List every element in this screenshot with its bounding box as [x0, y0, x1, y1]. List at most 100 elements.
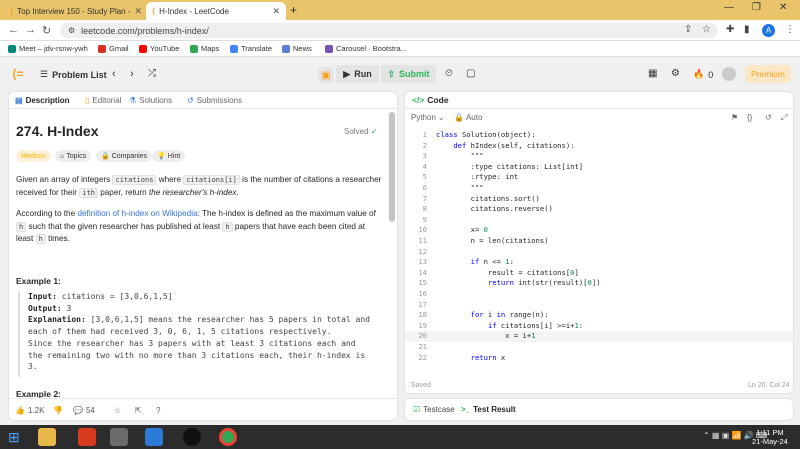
- premium-button[interactable]: Premium: [745, 65, 791, 83]
- code-line[interactable]: 13 if n <= 1:: [405, 257, 793, 268]
- bookmark-carousel[interactable]: Carousel · Bootstra...: [325, 44, 407, 53]
- profile-avatar[interactable]: A: [762, 24, 775, 37]
- forward-icon[interactable]: →: [25, 24, 36, 36]
- format-braces-icon[interactable]: {}: [747, 113, 752, 122]
- tab-description[interactable]: ▤ Description: [15, 96, 70, 105]
- tab-solutions[interactable]: ⚗ Solutions: [129, 96, 172, 105]
- dislike-button[interactable]: 👎: [53, 406, 63, 415]
- settings-gear-icon[interactable]: ⚙: [671, 68, 680, 79]
- wikipedia-link[interactable]: definition of h-index on Wikipedia: [77, 209, 197, 218]
- layout-icon[interactable]: ▦: [648, 68, 657, 79]
- code-line[interactable]: 14 result = citations[0]: [405, 268, 793, 279]
- code-text: for i in range(n):: [470, 310, 549, 320]
- app-icon[interactable]: [110, 428, 128, 446]
- extensions-icon[interactable]: ✚: [726, 24, 734, 35]
- submit-button[interactable]: ⇧ Submit: [381, 65, 436, 83]
- bookmark-youtube[interactable]: YouTube: [139, 44, 179, 53]
- wps-office-icon[interactable]: [78, 428, 96, 446]
- share-icon[interactable]: ⇪: [684, 24, 692, 35]
- maximize-icon[interactable]: ❐: [752, 2, 761, 13]
- chevron-down-icon: ⌄: [437, 113, 445, 122]
- code-line[interactable]: 19 if citations[i] >=i+1:: [405, 321, 793, 332]
- github-icon[interactable]: [183, 428, 201, 446]
- difficulty-badge[interactable]: Medium: [16, 150, 51, 162]
- new-tab-plus-icon[interactable]: +: [290, 3, 297, 17]
- bookmark-news[interactable]: News: [282, 44, 312, 53]
- next-problem-icon[interactable]: ›: [130, 68, 134, 80]
- reset-icon[interactable]: ↺: [765, 113, 772, 122]
- mode-select[interactable]: 🔒 Auto: [454, 113, 482, 122]
- notes-icon[interactable]: ▢: [466, 68, 475, 79]
- close-icon[interactable]: ✕: [272, 6, 280, 17]
- bookmark-gmail[interactable]: Gmail: [98, 44, 129, 53]
- run-button[interactable]: ▶ Run: [336, 65, 379, 83]
- tab-code[interactable]: </> Code: [412, 95, 449, 105]
- problem-list-button[interactable]: ☰ Problem List: [40, 69, 107, 80]
- streak-counter[interactable]: 🔥 0: [693, 69, 713, 80]
- file-explorer-icon[interactable]: [38, 428, 56, 446]
- code-line[interactable]: 7 citations.sort(): [405, 194, 793, 205]
- sidepanel-icon[interactable]: ▮: [744, 24, 750, 35]
- shuffle-icon[interactable]: ⤮: [148, 68, 156, 79]
- timer-icon[interactable]: ⏲: [445, 68, 453, 79]
- code-editor[interactable]: 1 class Solution(object): 2 def hIndex(sel…: [405, 130, 793, 366]
- code-line[interactable]: 1 class Solution(object):: [405, 130, 793, 141]
- prev-problem-icon[interactable]: ‹: [112, 68, 116, 80]
- like-button[interactable]: 👍 1.2K: [15, 406, 44, 415]
- help-icon[interactable]: ?: [156, 406, 160, 415]
- bookmark-icon[interactable]: ⚑: [731, 113, 738, 122]
- code-line[interactable]: 22 return x: [405, 352, 793, 364]
- tab-test-result[interactable]: >_ Test Result: [461, 405, 516, 414]
- code-line[interactable]: 12: [405, 247, 793, 258]
- scrollbar[interactable]: [389, 112, 395, 222]
- vscode-icon[interactable]: [145, 428, 163, 446]
- code-line[interactable]: 5 :rtype: int: [405, 172, 793, 183]
- code-line[interactable]: 6 """: [405, 183, 793, 194]
- bookmark-translate[interactable]: Translate: [230, 44, 272, 53]
- user-avatar[interactable]: [722, 67, 736, 81]
- bookmark-meet[interactable]: Meet – jdv-rsnw-ywh: [8, 44, 88, 53]
- chrome-icon[interactable]: [219, 428, 237, 446]
- clock[interactable]: 1:11 PM 21-May-24: [752, 428, 788, 446]
- code-line[interactable]: 9: [405, 215, 793, 226]
- site-info-icon[interactable]: ⚙: [68, 26, 75, 35]
- code-text: return x: [470, 352, 506, 362]
- back-icon[interactable]: ←: [8, 24, 19, 36]
- code-line[interactable]: 3 """: [405, 151, 793, 162]
- code-line[interactable]: 15 return int(str(result)[0]): [405, 278, 793, 289]
- address-bar[interactable]: ⚙ leetcode.com/problems/h-index/: [60, 23, 718, 38]
- tab-editorial[interactable]: ▯ Editorial: [85, 96, 121, 105]
- code-line[interactable]: 10 x= 0: [405, 225, 793, 236]
- code-line[interactable]: 8 citations.reverse(): [405, 204, 793, 215]
- browser-tab-h-index[interactable]: ⟨ H-Index - LeetCode ✕: [146, 2, 286, 20]
- debugger-icon[interactable]: ▣: [318, 67, 334, 83]
- windows-start-icon[interactable]: ⊞: [8, 428, 26, 446]
- share-link-icon[interactable]: ⇱: [135, 406, 142, 415]
- companies-tag[interactable]: 🔒 Companies: [96, 150, 153, 162]
- tab-testcase[interactable]: ☑ Testcase: [413, 405, 455, 414]
- topics-tag[interactable]: ⌂ Topics: [55, 150, 92, 162]
- leetcode-logo-icon[interactable]: ⟨=: [12, 67, 24, 81]
- minimize-icon[interactable]: —: [724, 2, 734, 13]
- bookmark-maps[interactable]: Maps: [190, 44, 219, 53]
- code-line[interactable]: 17: [405, 300, 793, 311]
- code-line[interactable]: 4 :type citations: List[int]: [405, 162, 793, 173]
- code-line[interactable]: 20 x = i+1: [405, 331, 793, 342]
- bookmark-star-icon[interactable]: ☆: [702, 24, 711, 35]
- expand-icon[interactable]: ⤢: [781, 113, 787, 123]
- favorite-star-icon[interactable]: ☆: [114, 406, 121, 415]
- code-line[interactable]: 16: [405, 289, 793, 300]
- browser-tab-study-plan[interactable]: ⟨ Top Interview 150 - Study Plan - ✕: [4, 2, 142, 20]
- menu-dots-icon[interactable]: ⋮: [785, 24, 795, 35]
- tab-submissions[interactable]: ↺ Submissions: [187, 96, 242, 105]
- code-line[interactable]: 18 for i in range(n):: [405, 310, 793, 321]
- hint-tag[interactable]: 💡 Hint: [152, 150, 186, 162]
- comments-button[interactable]: 💬 54: [73, 406, 95, 415]
- code-line[interactable]: 2 def hIndex(self, citations):: [405, 141, 793, 152]
- reload-icon[interactable]: ↻: [42, 24, 51, 37]
- language-select[interactable]: Python ⌄: [411, 113, 445, 122]
- close-window-icon[interactable]: ✕: [779, 2, 787, 13]
- code-line[interactable]: 21: [405, 342, 793, 353]
- close-icon[interactable]: ✕: [135, 6, 142, 17]
- code-line[interactable]: 11 n = len(citations): [405, 236, 793, 247]
